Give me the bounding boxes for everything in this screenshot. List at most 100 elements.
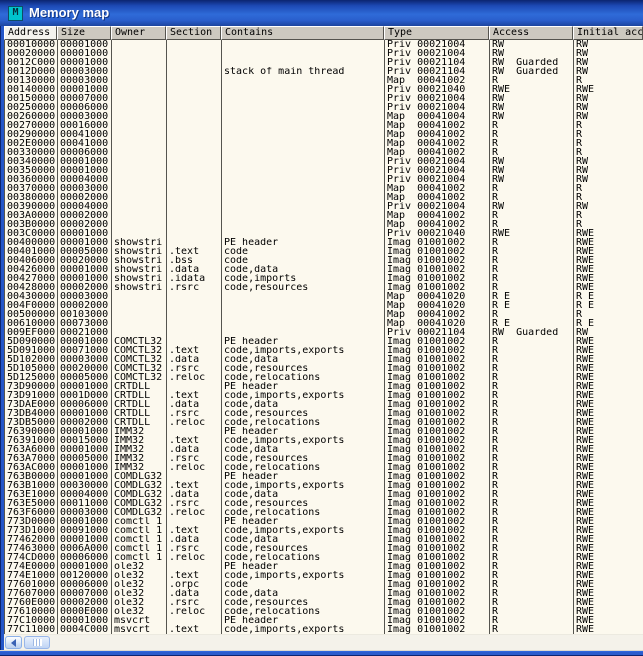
cell-initial-acc: R: [574, 220, 643, 229]
horizontal-scrollbar[interactable]: [4, 634, 643, 650]
cell-access: R: [490, 589, 574, 598]
memory-row[interactable]: 003A000000002000Map 00041002RR: [5, 211, 643, 220]
memory-row[interactable]: 774CD00000006000comctl_1.reloccode,reloc…: [5, 553, 643, 562]
cell-contains: code,data: [222, 400, 385, 409]
memory-row[interactable]: 763E100000004000COMDLG32.datacode,dataIm…: [5, 490, 643, 499]
memory-row[interactable]: 73DB500000002000CRTDLL.reloccode,relocat…: [5, 418, 643, 427]
memory-row[interactable]: 73DB400000001000CRTDLL.rsrccode,resource…: [5, 409, 643, 418]
memory-row[interactable]: 763A600000001000IMM32.datacode,dataImag …: [5, 445, 643, 454]
memory-row[interactable]: 0025000000006000Priv 00021004RWRW: [5, 103, 643, 112]
memory-row[interactable]: 0012D00000003000stack of main threadPriv…: [5, 67, 643, 76]
column-header-type[interactable]: Type: [384, 26, 489, 40]
column-header-size[interactable]: Size: [57, 26, 111, 40]
memory-row[interactable]: 004F000000002000Map 00041020R ER E: [5, 301, 643, 310]
memory-row[interactable]: 0042700000001000showstri.idatacode,impor…: [5, 274, 643, 283]
column-header-owner[interactable]: Owner: [111, 26, 166, 40]
cell-size: 00073000: [58, 319, 112, 328]
cell-initial-acc: RWE: [574, 517, 643, 526]
memory-row[interactable]: 773D000000001000comctl_1PE headerImag 01…: [5, 517, 643, 526]
cell-owner: [112, 310, 167, 319]
memory-row[interactable]: 774630000006A000comctl_1.rsrccode,resour…: [5, 544, 643, 553]
cell-access: R: [490, 445, 574, 454]
memory-row[interactable]: 7639000000001000IMM32PE headerImag 01001…: [5, 427, 643, 436]
column-header-section[interactable]: Section: [166, 26, 221, 40]
cell-address: 5D125000: [5, 373, 58, 382]
cell-section: .reloc: [167, 373, 222, 382]
memory-row[interactable]: 0042600000001000showstri.datacode,dataIm…: [5, 265, 643, 274]
memory-row[interactable]: 73D910000001D000CRTDLL.textcode,imports,…: [5, 391, 643, 400]
memory-row[interactable]: 0001000000001000Priv 00021004RWRW: [5, 40, 643, 49]
column-header-contains[interactable]: Contains: [221, 26, 384, 40]
memory-row[interactable]: 5D10500000020000COMCTL32.rsrccode,resour…: [5, 364, 643, 373]
memory-row[interactable]: 73DAE00000006000CRTDLL.datacode,dataImag…: [5, 400, 643, 409]
memory-row[interactable]: 0050000000103000Map 00041002RR: [5, 310, 643, 319]
memory-row[interactable]: 0012C00000001000Priv 00021104RW GuardedR…: [5, 58, 643, 67]
cell-type: Map 00041002: [385, 211, 490, 220]
cell-address: 00020000: [5, 49, 58, 58]
memory-row[interactable]: 0039000000004000Priv 00021004RWRW: [5, 202, 643, 211]
memory-row[interactable]: 774E000000001000ole32PE headerImag 01001…: [5, 562, 643, 571]
cell-address: 77610000: [5, 607, 58, 616]
memory-row[interactable]: 763A700000005000IMM32.rsrccode,resources…: [5, 454, 643, 463]
cell-type: Imag 01001002: [385, 544, 490, 553]
cell-address: 763B0000: [5, 472, 58, 481]
memory-row[interactable]: 0027000000016000Map 00041002RR: [5, 121, 643, 130]
memory-row[interactable]: 009EF00000021000Priv 00021104RW GuardedR…: [5, 328, 643, 337]
memory-row[interactable]: 002E000000041000Map 00041002RR: [5, 139, 643, 148]
cell-type: Map 00041020: [385, 319, 490, 328]
memory-row[interactable]: 0026000000003000Map 00041004RWRW: [5, 112, 643, 121]
memory-row[interactable]: 763AC00000001000IMM32.reloccode,relocati…: [5, 463, 643, 472]
memory-row[interactable]: 77C110000004C000msvcrt.textcode,imports,…: [5, 625, 643, 634]
memory-row[interactable]: 773D100000091000comctl_1.textcode,import…: [5, 526, 643, 535]
memory-row[interactable]: 7746200000001000comctl_1.datacode,dataIm…: [5, 535, 643, 544]
memory-row[interactable]: 77C1000000001000msvcrtPE headerImag 0100…: [5, 616, 643, 625]
memory-row[interactable]: 003B000000002000Map 00041002RR: [5, 220, 643, 229]
memory-row[interactable]: 73D9000000001000CRTDLLPE headerImag 0100…: [5, 382, 643, 391]
memory-row[interactable]: 0042800000002000showstri.rsrccode,resour…: [5, 283, 643, 292]
memory-row[interactable]: 5D10200000003000COMCTL32.datacode,dataIm…: [5, 355, 643, 364]
memory-row[interactable]: 5D09000000001000COMCTL32PE headerImag 01…: [5, 337, 643, 346]
cell-type: Imag 01001002: [385, 598, 490, 607]
memory-row[interactable]: 0038000000002000Map 00041002RR: [5, 193, 643, 202]
memory-row[interactable]: 0061000000073000Map 00041020R ER E: [5, 319, 643, 328]
memory-row[interactable]: 0033000000006000Map 00041002RR: [5, 148, 643, 157]
cell-contains: [222, 229, 385, 238]
memory-row[interactable]: 7760700000007000ole32.datacode,dataImag …: [5, 589, 643, 598]
memory-row[interactable]: 0015000000007000Priv 00021004RWRW: [5, 94, 643, 103]
cell-address: 763F6000: [5, 508, 58, 517]
memory-row[interactable]: 5D09100000071000COMCTL32.textcode,import…: [5, 346, 643, 355]
memory-row[interactable]: 0034000000001000Priv 00021004RWRW: [5, 157, 643, 166]
memory-row[interactable]: 7760100000006000ole32.orpccodeImag 01001…: [5, 580, 643, 589]
memory-row[interactable]: 763E500000011000COMDLG32.rsrccode,resour…: [5, 499, 643, 508]
memory-row[interactable]: 0002000000001000Priv 00021004RWRW: [5, 49, 643, 58]
memory-row[interactable]: 0040100000005000showstri.textcodeImag 01…: [5, 247, 643, 256]
cell-access: R: [490, 472, 574, 481]
memory-row[interactable]: 5D12500000005000COMCTL32.reloccode,reloc…: [5, 373, 643, 382]
scroll-thumb[interactable]: [24, 636, 50, 649]
memory-row[interactable]: 763B000000001000COMDLG32PE headerImag 01…: [5, 472, 643, 481]
column-header-initial-acc[interactable]: Initial acc: [573, 26, 643, 40]
memory-row[interactable]: 0043000000003000Map 00041020R ER E: [5, 292, 643, 301]
memory-row[interactable]: 0036000000004000Priv 00021004RWRW: [5, 175, 643, 184]
memory-row[interactable]: 0014000000001000Priv 00021040RWERWE: [5, 85, 643, 94]
memory-row[interactable]: 763F600000003000COMDLG32.reloccode,reloc…: [5, 508, 643, 517]
scroll-left-button[interactable]: [5, 636, 22, 649]
memory-row[interactable]: 776100000000E000ole32.reloccode,relocati…: [5, 607, 643, 616]
memory-row[interactable]: 0029000000041000Map 00041002RR: [5, 130, 643, 139]
memory-row[interactable]: 774E100000120000ole32.textcode,imports,e…: [5, 571, 643, 580]
cell-type: Imag 01001002: [385, 625, 490, 634]
memory-row[interactable]: 0013000000003000Map 00041002RR: [5, 76, 643, 85]
memory-row[interactable]: 0037000000003000Map 00041002RR: [5, 184, 643, 193]
memory-row[interactable]: 7760E00000002000ole32.rsrccode,resources…: [5, 598, 643, 607]
memory-row[interactable]: 0035000000001000Priv 00021004RWRW: [5, 166, 643, 175]
memory-row[interactable]: 7639100000015000IMM32.textcode,imports,e…: [5, 436, 643, 445]
column-header-access[interactable]: Access: [489, 26, 573, 40]
title-bar[interactable]: M Memory map: [0, 0, 643, 26]
cell-size: 00001000: [58, 238, 112, 247]
memory-row[interactable]: 763B100000030000COMDLG32.textcode,import…: [5, 481, 643, 490]
memory-row[interactable]: 0040600000020000showstri.bsscodeImag 010…: [5, 256, 643, 265]
cell-size: 00001000: [58, 562, 112, 571]
column-header-address[interactable]: Address: [4, 26, 57, 40]
memory-row[interactable]: 0040000000001000showstriPE headerImag 01…: [5, 238, 643, 247]
memory-row[interactable]: 003C000000001000Priv 00021040RWERWE: [5, 229, 643, 238]
